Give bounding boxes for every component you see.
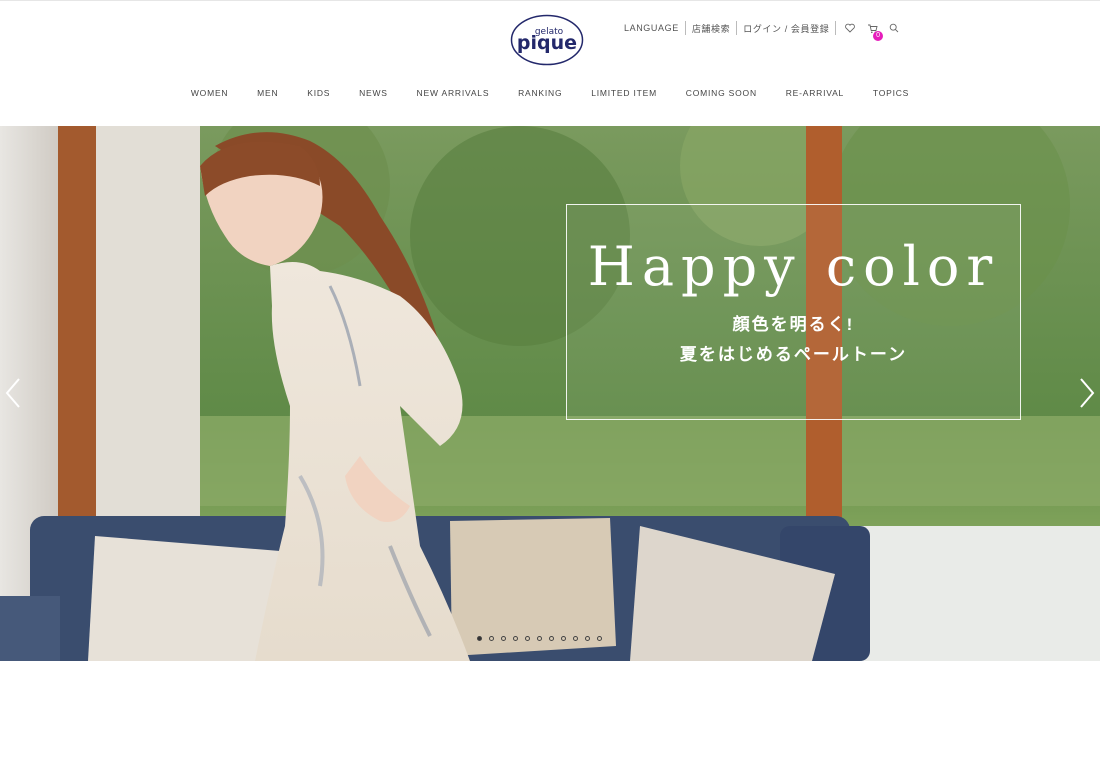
- carousel-dot[interactable]: [597, 636, 602, 641]
- language-link[interactable]: LANGUAGE: [618, 23, 685, 33]
- nav-item-news[interactable]: NEWS: [359, 88, 388, 98]
- hero-carousel[interactable]: Happy color 顔色を明るく! 夏をはじめるペールトーン: [0, 126, 1100, 661]
- search-icon[interactable]: [886, 20, 902, 36]
- carousel-dot[interactable]: [477, 636, 482, 641]
- nav-item-men[interactable]: MEN: [257, 88, 278, 98]
- heart-icon[interactable]: [842, 20, 858, 36]
- carousel-dot[interactable]: [573, 636, 578, 641]
- nav-item-re-arrival[interactable]: RE-ARRIVAL: [786, 88, 844, 98]
- hero-subtitle-line-2: 夏をはじめるペールトーン: [679, 345, 908, 364]
- carousel-dot[interactable]: [489, 636, 494, 641]
- carousel-dot[interactable]: [513, 636, 518, 641]
- store-search-link[interactable]: 店舗検索: [686, 22, 736, 35]
- nav-item-new-arrivals[interactable]: NEW ARRIVALS: [417, 88, 490, 98]
- nav-item-women[interactable]: WOMEN: [191, 88, 229, 98]
- carousel-dot[interactable]: [549, 636, 554, 641]
- carousel-pagination: [477, 636, 609, 641]
- hero-subtitle: 顔色を明るく! 夏をはじめるペールトーン: [567, 310, 1020, 370]
- chevron-left-icon[interactable]: [4, 376, 24, 410]
- brand-logo[interactable]: gelato pique: [510, 14, 584, 66]
- carousel-dot[interactable]: [525, 636, 530, 641]
- login-register-link[interactable]: ログイン / 会員登録: [737, 22, 835, 35]
- utility-nav: LANGUAGE 店舗検索 ログイン / 会員登録 0: [618, 20, 902, 41]
- carousel-dot[interactable]: [585, 636, 590, 641]
- hero-caption-box: Happy color 顔色を明るく! 夏をはじめるペールトーン: [566, 204, 1021, 420]
- nav-item-ranking[interactable]: RANKING: [518, 88, 562, 98]
- cart-icon[interactable]: 0: [864, 20, 884, 41]
- divider: [835, 21, 837, 35]
- nav-item-coming-soon[interactable]: COMING SOON: [686, 88, 757, 98]
- carousel-dot[interactable]: [561, 636, 566, 641]
- nav-item-topics[interactable]: TOPICS: [873, 88, 909, 98]
- nav-item-kids[interactable]: KIDS: [307, 88, 330, 98]
- cart-count-badge: 0: [873, 31, 884, 41]
- hero-subtitle-line-1: 顔色を明るく!: [732, 315, 855, 334]
- logo-main-text: pique: [517, 32, 577, 54]
- carousel-dot[interactable]: [501, 636, 506, 641]
- main-nav: WOMEN MEN KIDS NEWS NEW ARRIVALS RANKING…: [0, 88, 1100, 98]
- carousel-dot[interactable]: [537, 636, 542, 641]
- top-border: [0, 0, 1100, 1]
- chevron-right-icon[interactable]: [1076, 376, 1096, 410]
- nav-item-limited-item[interactable]: LIMITED ITEM: [591, 88, 657, 98]
- hero-title: Happy color: [587, 235, 1000, 298]
